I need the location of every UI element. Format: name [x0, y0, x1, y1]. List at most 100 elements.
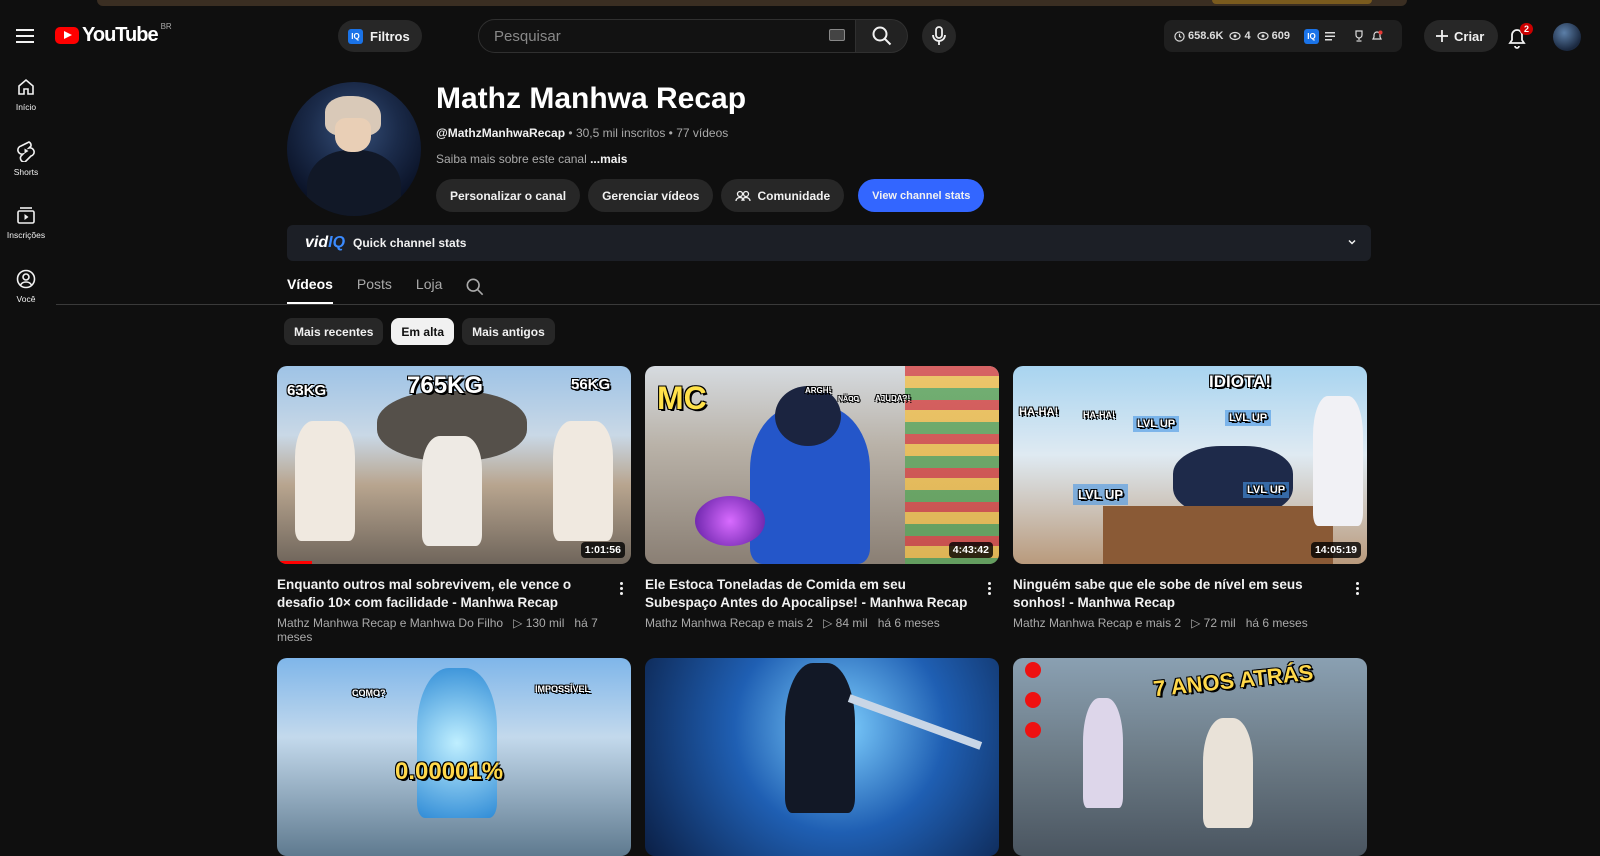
thumb-text: HA-HA! [1019, 406, 1059, 418]
video-views: ▷ 84 mil [823, 616, 868, 630]
video-title[interactable]: Ele Estoca Toneladas de Comida em seu Su… [645, 576, 975, 612]
thumb-figure [785, 663, 855, 813]
create-button[interactable]: Criar [1424, 20, 1499, 52]
video-count: 77 vídeos [676, 126, 729, 140]
chevron-down-icon[interactable] [1347, 237, 1357, 247]
microphone-icon [932, 26, 946, 45]
sidebar-item-shorts[interactable]: Shorts [0, 126, 52, 190]
video-title[interactable]: Enquanto outros mal sobrevivem, ele venc… [277, 576, 607, 612]
alert-bell-icon[interactable] [1371, 30, 1383, 42]
more-actions-button[interactable] [1349, 578, 1365, 598]
video-thumbnail[interactable]: MC ARGH! NÃOO AJUDA?! 4:43:42 [645, 366, 999, 564]
youtube-logo[interactable]: YouTube BR [55, 22, 172, 47]
video-thumbnail[interactable]: 0.00001% COMO? IMPOSSÍVEL [277, 658, 631, 856]
tab-posts[interactable]: Posts [357, 270, 392, 304]
thumb-figure [1083, 698, 1123, 808]
video-thumbnail[interactable]: IDIOTA! HA-HA! HA-HA! LVL UP LVL UP LVL … [1013, 366, 1367, 564]
channel-avatar[interactable] [287, 82, 421, 216]
thumb-portal [695, 496, 765, 546]
vidiq-icon[interactable]: IQ [1303, 28, 1319, 44]
sort-chips: Mais recentes Em alta Mais antigos [284, 318, 555, 345]
people-icon [735, 190, 752, 201]
account-avatar[interactable] [1553, 23, 1581, 51]
masthead: YouTube BR IQ Filtros 658.6K 4 609 IQ [0, 10, 1600, 62]
video-channel[interactable]: Mathz Manhwa Recap e mais 2 [1013, 616, 1181, 630]
voice-search-button[interactable] [922, 19, 956, 53]
notification-badge: 2 [1520, 23, 1534, 35]
video-views: ▷ 130 mil [513, 616, 565, 630]
search-input[interactable] [479, 27, 799, 45]
channel-tabs: Vídeos Posts Loja [287, 270, 508, 304]
search-button[interactable] [856, 19, 908, 53]
community-label: Comunidade [757, 188, 831, 203]
community-button[interactable]: Comunidade [721, 179, 845, 212]
shorts-icon [17, 140, 35, 162]
thumb-figure [417, 668, 497, 818]
notifications-button[interactable]: 2 [1506, 23, 1534, 51]
stat-three: 609 [1257, 30, 1290, 42]
tab-store[interactable]: Loja [416, 270, 442, 304]
thumb-text: 63KG [287, 382, 327, 399]
more-link[interactable]: ...mais [590, 152, 627, 166]
chip-oldest[interactable]: Mais antigos [462, 318, 555, 345]
view-channel-stats-button[interactable]: View channel stats [858, 179, 985, 212]
video-duration: 4:43:42 [948, 542, 993, 558]
list-icon[interactable] [1324, 31, 1337, 41]
thumb-text: COMO? [352, 688, 386, 698]
stat-two-value: 4 [1244, 30, 1251, 42]
watch-progress-bar [277, 561, 313, 564]
video-channel[interactable]: Mathz Manhwa Recap e mais 2 [645, 616, 813, 630]
sidebar-item-subscriptions[interactable]: Inscrições [0, 190, 52, 254]
video-channel[interactable]: Mathz Manhwa Recap e Manhwa Do Filho [277, 616, 503, 630]
thumb-text: AJUDA?! [875, 394, 911, 403]
video-thumbnail[interactable]: 765KG 63KG 56KG 1:01:56 [277, 366, 631, 564]
search-icon [466, 278, 484, 296]
video-meta: Mathz Manhwa Recap e mais 2 ▷ 84 mil há … [645, 616, 999, 630]
more-actions-button[interactable] [981, 578, 997, 598]
keyboard-icon[interactable] [829, 29, 845, 41]
vidiq-quick-stats-bar[interactable]: vidIQ Quick channel stats [287, 225, 1371, 261]
hamburger-icon [16, 29, 34, 43]
video-title[interactable]: Ninguém sabe que ele sobe de nível em se… [1013, 576, 1343, 612]
video-thumbnail[interactable]: 7 ANOS ATRÁS [1013, 658, 1367, 856]
video-thumbnail[interactable] [645, 658, 999, 856]
sidebar-item-label: Início [15, 101, 37, 112]
video-meta: Mathz Manhwa Recap e mais 2 ▷ 72 mil há … [1013, 616, 1367, 630]
vidiq-logo: vidIQ [305, 234, 345, 252]
subscriber-count: 30,5 mil inscritos [575, 126, 666, 140]
tab-search[interactable] [466, 270, 484, 304]
chip-popular[interactable]: Em alta [391, 318, 455, 345]
thumb-figure [295, 421, 355, 541]
sidebar-item-you[interactable]: Você [0, 254, 52, 318]
thumb-text: 7 ANOS ATRÁS [1152, 659, 1315, 702]
stat-three-value: 609 [1271, 30, 1290, 42]
trophy-icon[interactable] [1353, 30, 1365, 42]
more-actions-button[interactable] [613, 578, 629, 598]
video-card: 7 ANOS ATRÁS [1013, 658, 1367, 856]
thumb-text: LVL UP [1225, 410, 1272, 426]
video-duration: 1:01:56 [580, 542, 625, 558]
tab-videos[interactable]: Vídeos [287, 270, 333, 304]
thumb-head [775, 386, 841, 446]
chip-most-recent[interactable]: Mais recentes [284, 318, 384, 345]
video-meta: Mathz Manhwa Recap e Manhwa Do Filho ▷ 1… [277, 616, 631, 644]
browser-top-strip [0, 0, 1600, 10]
channel-description[interactable]: Saiba mais sobre este canal ...mais [436, 152, 627, 166]
thumb-shelves [905, 366, 999, 564]
filters-label: Filtros [370, 28, 410, 44]
filters-button[interactable]: IQ Filtros [338, 20, 422, 52]
vidiq-stats-widget[interactable]: 658.6K 4 609 IQ [1164, 20, 1402, 52]
manage-videos-button[interactable]: Gerenciar vídeos [588, 179, 714, 212]
thumb-text: 0.00001% [395, 758, 504, 785]
customize-channel-button[interactable]: Personalizar o canal [436, 179, 581, 212]
home-icon [18, 78, 34, 95]
channel-handle: @MathzManhwaRecap [436, 126, 566, 140]
guide-menu-button[interactable] [10, 20, 42, 52]
video-age: há 6 meses [1245, 616, 1308, 630]
views-stat: 658.6K [1174, 30, 1223, 42]
sidebar-item-home[interactable]: Início [0, 62, 52, 126]
thumb-text: 56KG [571, 376, 611, 393]
thumb-text: LVL UP [1243, 482, 1290, 498]
thumb-figure [1203, 718, 1253, 828]
thumb-text: LVL UP [1133, 416, 1180, 432]
